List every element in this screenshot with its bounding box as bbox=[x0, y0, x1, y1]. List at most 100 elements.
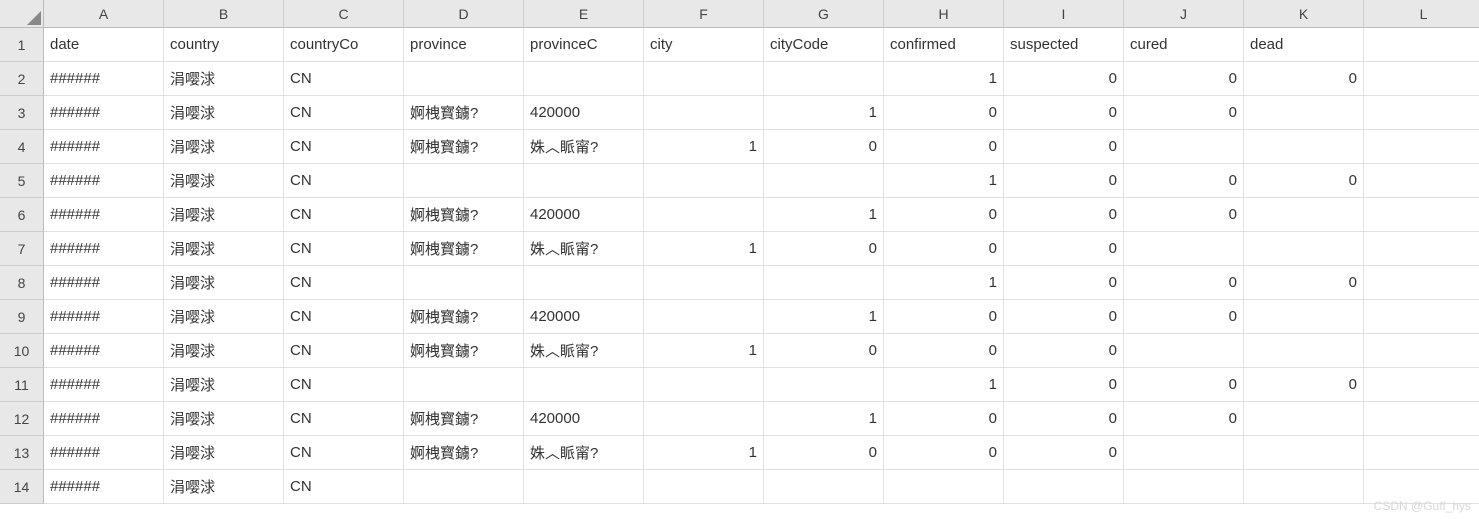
column-header[interactable]: I bbox=[1004, 0, 1124, 28]
data-cell[interactable]: 0 bbox=[764, 130, 884, 164]
header-cell[interactable] bbox=[1364, 28, 1479, 62]
data-cell[interactable]: 0 bbox=[884, 300, 1004, 334]
row-header[interactable]: 8 bbox=[0, 266, 44, 300]
data-cell[interactable] bbox=[764, 266, 884, 300]
data-cell[interactable]: 0 bbox=[1004, 96, 1124, 130]
header-cell[interactable]: cityCode bbox=[764, 28, 884, 62]
data-cell[interactable]: 涓嘤浗 bbox=[164, 334, 284, 368]
data-cell[interactable]: 姝︿眽甯? bbox=[524, 436, 644, 470]
header-cell[interactable]: city bbox=[644, 28, 764, 62]
data-cell[interactable]: ###### bbox=[44, 436, 164, 470]
data-cell[interactable] bbox=[1244, 232, 1364, 266]
data-cell[interactable]: CN bbox=[284, 232, 404, 266]
data-cell[interactable] bbox=[524, 470, 644, 504]
data-cell[interactable]: 420000 bbox=[524, 198, 644, 232]
data-cell[interactable]: ###### bbox=[44, 232, 164, 266]
data-cell[interactable] bbox=[524, 62, 644, 96]
data-cell[interactable]: 婀栧寳鐪? bbox=[404, 402, 524, 436]
data-cell[interactable] bbox=[1244, 198, 1364, 232]
data-cell[interactable]: 420000 bbox=[524, 402, 644, 436]
data-cell[interactable]: 1 bbox=[764, 402, 884, 436]
data-cell[interactable]: 0 bbox=[1124, 198, 1244, 232]
data-cell[interactable]: 0 bbox=[884, 130, 1004, 164]
column-header[interactable]: D bbox=[404, 0, 524, 28]
data-cell[interactable]: CN bbox=[284, 164, 404, 198]
data-cell[interactable] bbox=[1244, 96, 1364, 130]
data-cell[interactable]: 涓嘤浗 bbox=[164, 130, 284, 164]
data-cell[interactable] bbox=[1244, 334, 1364, 368]
data-cell[interactable] bbox=[1124, 470, 1244, 504]
data-cell[interactable] bbox=[1364, 266, 1479, 300]
data-cell[interactable] bbox=[764, 368, 884, 402]
data-cell[interactable] bbox=[404, 164, 524, 198]
data-cell[interactable]: 姝︿眽甯? bbox=[524, 130, 644, 164]
data-cell[interactable] bbox=[1244, 402, 1364, 436]
data-cell[interactable]: 1 bbox=[644, 334, 764, 368]
data-cell[interactable]: CN bbox=[284, 368, 404, 402]
data-cell[interactable]: 0 bbox=[1244, 62, 1364, 96]
data-cell[interactable] bbox=[1364, 130, 1479, 164]
header-cell[interactable]: provinceC bbox=[524, 28, 644, 62]
data-cell[interactable]: 1 bbox=[644, 130, 764, 164]
select-all-corner[interactable] bbox=[0, 0, 44, 28]
data-cell[interactable]: ###### bbox=[44, 402, 164, 436]
row-header[interactable]: 3 bbox=[0, 96, 44, 130]
data-cell[interactable] bbox=[644, 470, 764, 504]
data-cell[interactable] bbox=[764, 164, 884, 198]
data-cell[interactable]: ###### bbox=[44, 164, 164, 198]
data-cell[interactable] bbox=[764, 62, 884, 96]
data-cell[interactable] bbox=[884, 470, 1004, 504]
data-cell[interactable]: ###### bbox=[44, 62, 164, 96]
data-cell[interactable]: 0 bbox=[1124, 96, 1244, 130]
data-cell[interactable]: 1 bbox=[884, 164, 1004, 198]
header-cell[interactable]: confirmed bbox=[884, 28, 1004, 62]
data-cell[interactable]: 1 bbox=[644, 436, 764, 470]
data-cell[interactable]: 0 bbox=[1124, 402, 1244, 436]
data-cell[interactable]: 0 bbox=[1124, 62, 1244, 96]
data-cell[interactable] bbox=[1124, 334, 1244, 368]
data-cell[interactable]: CN bbox=[284, 300, 404, 334]
data-cell[interactable]: CN bbox=[284, 266, 404, 300]
data-cell[interactable] bbox=[524, 266, 644, 300]
data-cell[interactable]: 1 bbox=[884, 368, 1004, 402]
data-cell[interactable]: 涓嘤浗 bbox=[164, 198, 284, 232]
data-cell[interactable] bbox=[644, 300, 764, 334]
data-cell[interactable] bbox=[1364, 334, 1479, 368]
data-cell[interactable]: 1 bbox=[884, 62, 1004, 96]
data-cell[interactable]: ###### bbox=[44, 368, 164, 402]
header-cell[interactable]: dead bbox=[1244, 28, 1364, 62]
data-cell[interactable] bbox=[524, 164, 644, 198]
data-cell[interactable]: 0 bbox=[1124, 300, 1244, 334]
data-cell[interactable]: 婀栧寳鐪? bbox=[404, 232, 524, 266]
data-cell[interactable]: 0 bbox=[1004, 130, 1124, 164]
data-cell[interactable]: 0 bbox=[1004, 164, 1124, 198]
data-cell[interactable]: 0 bbox=[764, 232, 884, 266]
row-header[interactable]: 11 bbox=[0, 368, 44, 402]
column-header[interactable]: K bbox=[1244, 0, 1364, 28]
spreadsheet-grid[interactable]: ABCDEFGHIJKL1datecountrycountryCoprovinc… bbox=[0, 0, 1479, 504]
data-cell[interactable]: CN bbox=[284, 198, 404, 232]
data-cell[interactable] bbox=[644, 62, 764, 96]
data-cell[interactable]: 0 bbox=[764, 436, 884, 470]
data-cell[interactable] bbox=[524, 368, 644, 402]
data-cell[interactable]: 婀栧寳鐪? bbox=[404, 130, 524, 164]
data-cell[interactable]: 婀栧寳鐪? bbox=[404, 334, 524, 368]
row-header[interactable]: 6 bbox=[0, 198, 44, 232]
data-cell[interactable]: 涓嘤浗 bbox=[164, 62, 284, 96]
data-cell[interactable]: 婀栧寳鐪? bbox=[404, 96, 524, 130]
data-cell[interactable]: 0 bbox=[1004, 368, 1124, 402]
data-cell[interactable] bbox=[1244, 130, 1364, 164]
data-cell[interactable] bbox=[1124, 436, 1244, 470]
data-cell[interactable]: 0 bbox=[1244, 266, 1364, 300]
data-cell[interactable] bbox=[1364, 232, 1479, 266]
row-header[interactable]: 14 bbox=[0, 470, 44, 504]
data-cell[interactable]: ###### bbox=[44, 266, 164, 300]
data-cell[interactable]: 涓嘤浗 bbox=[164, 300, 284, 334]
data-cell[interactable]: CN bbox=[284, 62, 404, 96]
data-cell[interactable]: 0 bbox=[1124, 164, 1244, 198]
data-cell[interactable]: 1 bbox=[884, 266, 1004, 300]
data-cell[interactable]: ###### bbox=[44, 470, 164, 504]
column-header[interactable]: H bbox=[884, 0, 1004, 28]
row-header[interactable]: 7 bbox=[0, 232, 44, 266]
data-cell[interactable]: 婀栧寳鐪? bbox=[404, 300, 524, 334]
